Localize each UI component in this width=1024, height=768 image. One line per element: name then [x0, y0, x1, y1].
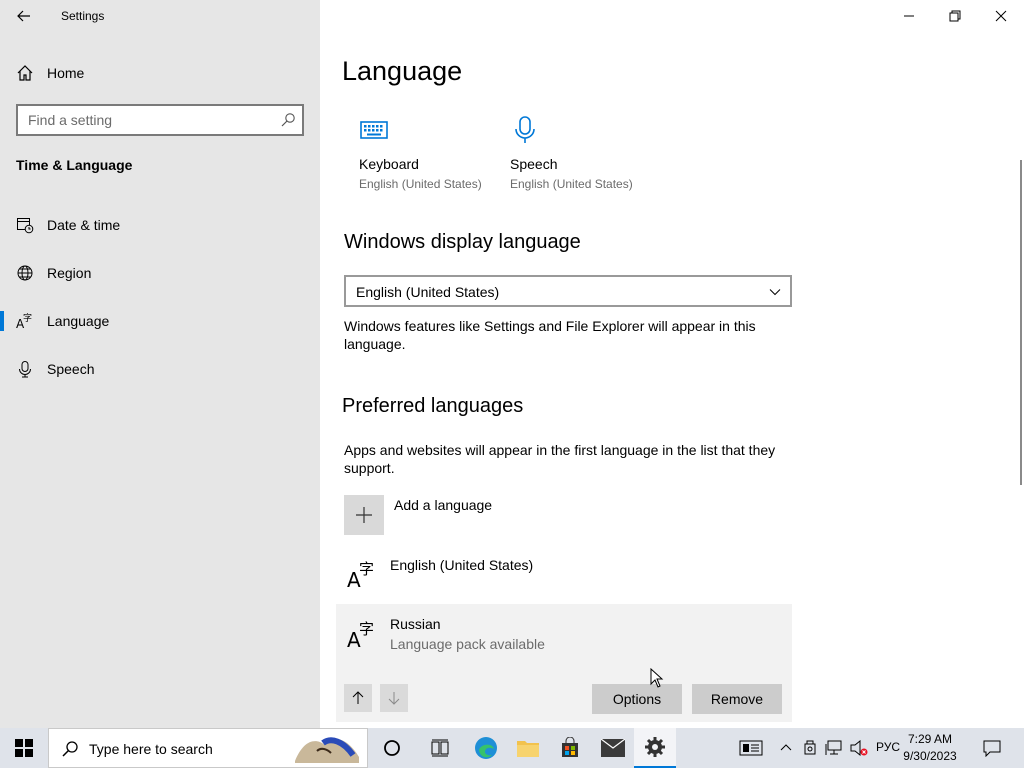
- action-center-button[interactable]: [978, 728, 1006, 768]
- volume-tray-button[interactable]: [848, 728, 870, 768]
- settings-taskbar-button[interactable]: [634, 728, 676, 768]
- back-arrow-icon: [17, 10, 30, 22]
- sidebar-item-label: Region: [47, 265, 92, 281]
- speech-link-subtitle: English (United States): [510, 177, 633, 191]
- plus-icon: [356, 507, 372, 523]
- device-tray-button[interactable]: [800, 728, 820, 768]
- start-button[interactable]: [0, 728, 48, 768]
- page-title: Language: [342, 56, 463, 86]
- settings-search-input[interactable]: [18, 106, 268, 134]
- preferred-languages-description: Apps and websites will appear in the fir…: [344, 442, 776, 476]
- file-explorer-button[interactable]: [508, 728, 548, 768]
- chevron-down-icon: [769, 289, 781, 296]
- task-view-button[interactable]: [420, 728, 460, 768]
- mail-button[interactable]: [592, 728, 634, 768]
- section-title: Time & Language: [16, 157, 133, 173]
- add-language-label: Add a language: [394, 497, 493, 513]
- mail-icon: [601, 739, 625, 757]
- microphone-icon: [16, 360, 34, 378]
- search-icon: [62, 741, 78, 757]
- clock-time: 7:29 AM: [907, 732, 953, 746]
- remove-button[interactable]: Remove: [692, 684, 782, 714]
- display-language-description: Windows features like Settings and File …: [344, 318, 756, 352]
- main-content: Language Keyboard English (United States…: [320, 0, 1024, 728]
- keyboard-link-title: Keyboard: [359, 156, 419, 172]
- edge-icon: [475, 737, 497, 759]
- sidebar-item-label: Date & time: [47, 217, 121, 233]
- keyboard-link[interactable]: Keyboard English (United States): [340, 110, 490, 200]
- language-name: Russian: [390, 616, 441, 632]
- task-view-icon: [431, 739, 449, 757]
- scrollbar[interactable]: [1020, 160, 1022, 485]
- language-name: English (United States): [390, 557, 534, 573]
- sidebar-item-home[interactable]: Home: [0, 53, 320, 93]
- microphone-icon: [515, 116, 535, 143]
- language-item-russian[interactable]: A 字 Russian Language pack available Opti…: [336, 604, 792, 722]
- language-icon: A 字: [347, 620, 374, 650]
- device-icon: [804, 740, 816, 755]
- keyboard-link-subtitle: English (United States): [359, 177, 482, 191]
- news-icon: [739, 740, 763, 756]
- svg-text:字: 字: [359, 620, 374, 638]
- keyboard-icon: [360, 121, 388, 139]
- language-status: Language pack available: [390, 636, 545, 652]
- sidebar-item-speech[interactable]: Speech: [0, 349, 320, 389]
- cortana-button[interactable]: [372, 728, 412, 768]
- language-icon: A字: [16, 312, 34, 330]
- arrow-up-icon: [352, 691, 364, 704]
- chevron-up-icon: [780, 744, 792, 751]
- mouse-cursor-icon: [650, 668, 664, 688]
- gear-icon: [645, 737, 665, 757]
- arrow-down-icon: [388, 692, 400, 705]
- show-hidden-icons-button[interactable]: [776, 728, 796, 768]
- network-icon: [825, 740, 842, 755]
- sidebar-item-region[interactable]: Region: [0, 253, 320, 293]
- sidebar-item-label: Home: [47, 65, 85, 81]
- move-down-button[interactable]: [380, 684, 408, 712]
- language-item-english[interactable]: A 字 English (United States): [336, 544, 792, 600]
- clock[interactable]: 7:29 AM 9/30/2023: [894, 731, 966, 765]
- display-language-dropdown[interactable]: English (United States): [344, 275, 792, 307]
- clock-date: 9/30/2023: [903, 749, 957, 763]
- options-button[interactable]: Options: [592, 684, 682, 714]
- notification-icon: [983, 740, 1001, 757]
- add-language-button[interactable]: Add a language: [344, 495, 644, 535]
- add-language-plus: [344, 495, 384, 535]
- search-highlight-image: [295, 737, 359, 763]
- app-title: Settings: [61, 9, 105, 23]
- taskbar: Type here to search РУС 7:29 AM 9/30/202…: [0, 728, 1024, 768]
- search-icon[interactable]: [280, 112, 296, 128]
- folder-icon: [517, 741, 539, 757]
- windows-logo-icon: [15, 739, 33, 757]
- settings-sidebar: Settings Home Time & Language Date & tim…: [0, 0, 320, 728]
- settings-search-box[interactable]: [16, 104, 304, 136]
- svg-text:字: 字: [359, 560, 374, 578]
- cortana-icon: [384, 740, 400, 756]
- sidebar-item-date-time[interactable]: Date & time: [0, 205, 320, 245]
- news-widget-button[interactable]: [736, 728, 766, 768]
- taskbar-search-box[interactable]: Type here to search: [48, 728, 368, 768]
- move-up-button[interactable]: [344, 684, 372, 712]
- home-icon: [16, 64, 34, 82]
- sidebar-item-label: Speech: [47, 361, 95, 377]
- network-tray-button[interactable]: [822, 728, 846, 768]
- calendar-clock-icon: [16, 216, 34, 234]
- taskbar-search-placeholder: Type here to search: [89, 741, 213, 757]
- display-language-value: English (United States): [356, 284, 500, 300]
- edge-button[interactable]: [466, 728, 506, 768]
- sidebar-item-label: Language: [47, 313, 110, 329]
- sidebar-item-language[interactable]: A字 Language: [0, 301, 320, 341]
- preferred-languages-heading: Preferred languages: [342, 395, 524, 417]
- volume-muted-icon: [850, 740, 868, 756]
- globe-icon: [16, 264, 34, 282]
- store-icon: [562, 737, 578, 757]
- display-language-heading: Windows display language: [344, 231, 581, 253]
- svg-text:字: 字: [23, 312, 32, 324]
- speech-link-title: Speech: [510, 156, 558, 172]
- back-button[interactable]: [8, 0, 40, 32]
- speech-link[interactable]: Speech English (United States): [491, 110, 641, 200]
- language-icon: A 字: [347, 560, 374, 590]
- store-button[interactable]: [550, 728, 590, 768]
